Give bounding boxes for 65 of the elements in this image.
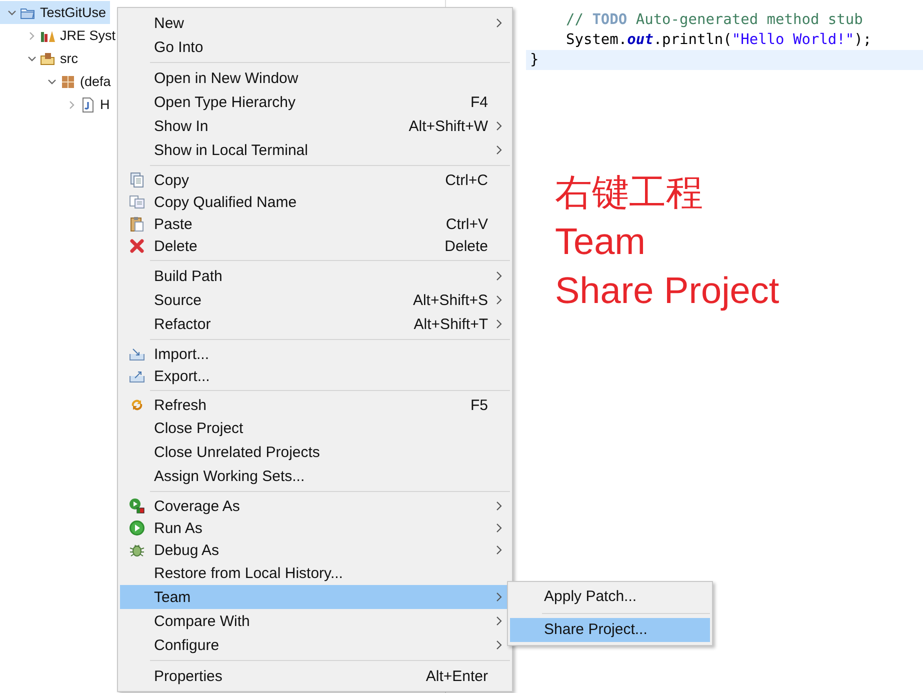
shortcut-label: Ctrl+V [446,216,488,232]
tree-item-label: JRE Syst [60,28,116,43]
refresh-icon [129,397,145,413]
annotation-text: 右键工程 [555,171,703,215]
menu-item[interactable]: Coverage As [120,495,510,517]
bug-icon [129,542,145,558]
tree-item-label: src [60,51,78,66]
coverage-icon [129,498,145,514]
menu-item[interactable]: Close Project [120,416,510,440]
tree-item-label: (defa [80,74,111,89]
package-folder-icon [40,50,56,66]
menu-item[interactable]: Refresh F5 [120,394,510,416]
menu-item[interactable]: Properties Alt+Enter [120,664,510,688]
menu-item[interactable]: Assign Working Sets... [120,464,510,488]
menu-item[interactable]: Copy Qualified Name [120,191,510,213]
menu-item[interactable]: Debug As [120,539,510,561]
copy-icon [129,172,145,188]
close-icon [129,238,145,254]
shortcut-label: Alt+Shift+S [412,292,488,308]
package-icon [60,74,76,90]
menu-item[interactable]: Restore from Local History... [120,561,510,585]
shortcut-label: Ctrl+C [445,172,488,188]
menu-item[interactable]: Team [120,585,510,609]
menu-item[interactable]: Refactor Alt+Shift+T [120,312,510,336]
annotation-text: Share Project [555,269,780,313]
tree-item-label: H [100,97,110,112]
menu-item[interactable]: Open Type Hierarchy F4 [120,90,510,114]
menu-item[interactable]: Delete Delete [120,235,510,257]
copy-icon [129,194,145,210]
tree-item[interactable]: src [20,47,82,70]
shortcut-label: Delete [444,238,488,254]
shortcut-label: F5 [470,396,488,414]
tree-item[interactable]: TestGitUse [0,1,110,24]
java-file-icon [80,96,96,112]
menu-item[interactable]: Source Alt+Shift+S [120,288,510,312]
shortcut-label: Alt+Shift+W [408,118,488,134]
code-line: System.out.println("Hello World!"); [565,31,873,50]
menu-item[interactable]: Copy Ctrl+C [120,169,510,191]
menu-item[interactable]: Go Into [120,35,510,59]
menu-item[interactable]: Show in Local Terminal [120,138,510,162]
shortcut-label: F4 [470,94,488,110]
menu-item[interactable]: Paste Ctrl+V [120,213,510,235]
menu-item[interactable]: Export... [120,365,510,387]
menu-item[interactable]: Compare With [120,609,510,633]
menu-item[interactable]: Import... [120,343,510,365]
code-line: // TODO Auto-generated method stub [565,11,864,30]
menu-item[interactable]: Open in New Window [120,66,510,90]
tree-item[interactable]: (defa [40,70,115,93]
annotation-text: Team [555,220,646,264]
tree-item[interactable]: JRE Syst [20,24,120,47]
menu-item[interactable]: Close Unrelated Projects [120,440,510,464]
tree-item[interactable]: H [60,93,114,116]
menu-item[interactable]: Run As [120,517,510,539]
menu-item[interactable]: Build Path [120,264,510,288]
menu-item[interactable]: New [120,11,510,35]
import-icon [129,346,145,362]
clipboard-icon [129,216,145,232]
menu-item[interactable]: Show In Alt+Shift+W [120,114,510,138]
menu-item[interactable]: Apply Patch... [510,585,710,609]
menu-item[interactable]: Configure [120,633,510,657]
play-icon [129,520,145,536]
shortcut-label: Alt+Enter [426,668,488,684]
tree-item-label: TestGitUse [40,5,106,20]
shortcut-label: Alt+Shift+T [414,316,488,332]
menu-item[interactable]: Share Project... [510,618,710,642]
